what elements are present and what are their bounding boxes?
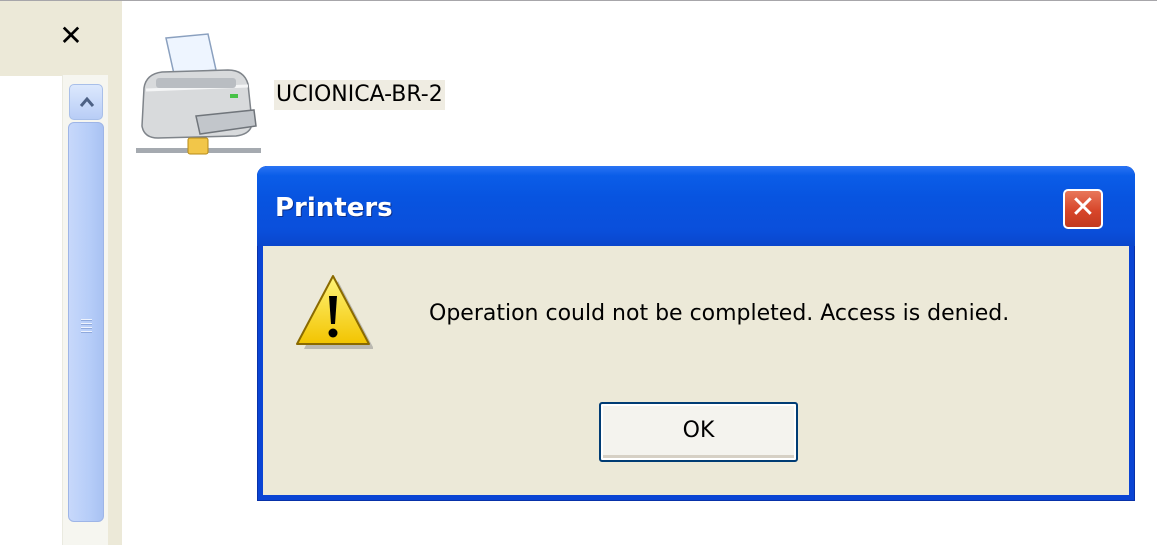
printer-label[interactable]: UCIONICA-BR-2 bbox=[274, 80, 445, 110]
warning-icon bbox=[296, 275, 373, 349]
dialog-body: Operation could not be completed. Access… bbox=[263, 246, 1129, 495]
grip-icon bbox=[81, 319, 92, 335]
vertical-scrollbar[interactable] bbox=[62, 75, 108, 545]
dialog-titlebar[interactable]: Printers ✕ bbox=[257, 166, 1135, 246]
task-pane: ✕ bbox=[0, 0, 122, 545]
dialog-title: Printers bbox=[275, 193, 393, 223]
task-pane-header: ✕ bbox=[0, 0, 122, 76]
network-printer-icon[interactable] bbox=[136, 30, 261, 160]
main-top-border bbox=[122, 0, 1157, 1]
close-icon[interactable]: ✕ bbox=[56, 21, 86, 51]
chevron-up-icon bbox=[79, 96, 95, 107]
dialog-message: Operation could not be completed. Access… bbox=[429, 301, 1010, 326]
printers-dialog: Printers ✕ Operation could not be comple… bbox=[257, 166, 1135, 501]
pane-divider bbox=[107, 75, 122, 545]
scroll-up-button[interactable] bbox=[69, 84, 103, 120]
scroll-thumb[interactable] bbox=[68, 122, 104, 522]
close-icon[interactable]: ✕ bbox=[1063, 189, 1103, 229]
ok-button[interactable]: OK bbox=[599, 402, 798, 462]
